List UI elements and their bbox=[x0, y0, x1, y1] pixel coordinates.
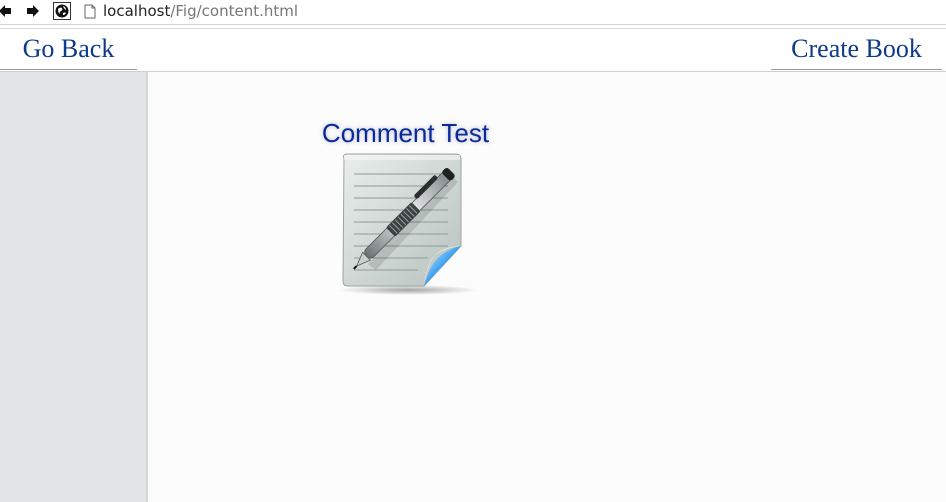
document-icon bbox=[84, 4, 96, 19]
forward-arrow-icon[interactable] bbox=[24, 2, 42, 20]
back-arrow-icon[interactable] bbox=[0, 2, 14, 20]
address-bar[interactable]: localhost/Fig/content.html bbox=[84, 0, 946, 22]
browser-toolbar: localhost/Fig/content.html bbox=[0, 0, 946, 25]
content-area: Comment Test bbox=[148, 72, 946, 502]
sidebar bbox=[0, 72, 148, 502]
item-title[interactable]: Comment Test bbox=[308, 118, 503, 149]
notepad-pen-icon[interactable] bbox=[328, 146, 478, 296]
go-back-link[interactable]: Go Back bbox=[0, 29, 137, 70]
url-host: localhost bbox=[103, 2, 171, 20]
create-book-link[interactable]: Create Book bbox=[771, 29, 942, 70]
content-item[interactable]: Comment Test bbox=[308, 116, 508, 296]
url-path: /Fig/content.html bbox=[170, 2, 299, 20]
app-header: Go Back Create Book bbox=[0, 29, 946, 72]
globe-icon[interactable] bbox=[53, 2, 71, 20]
